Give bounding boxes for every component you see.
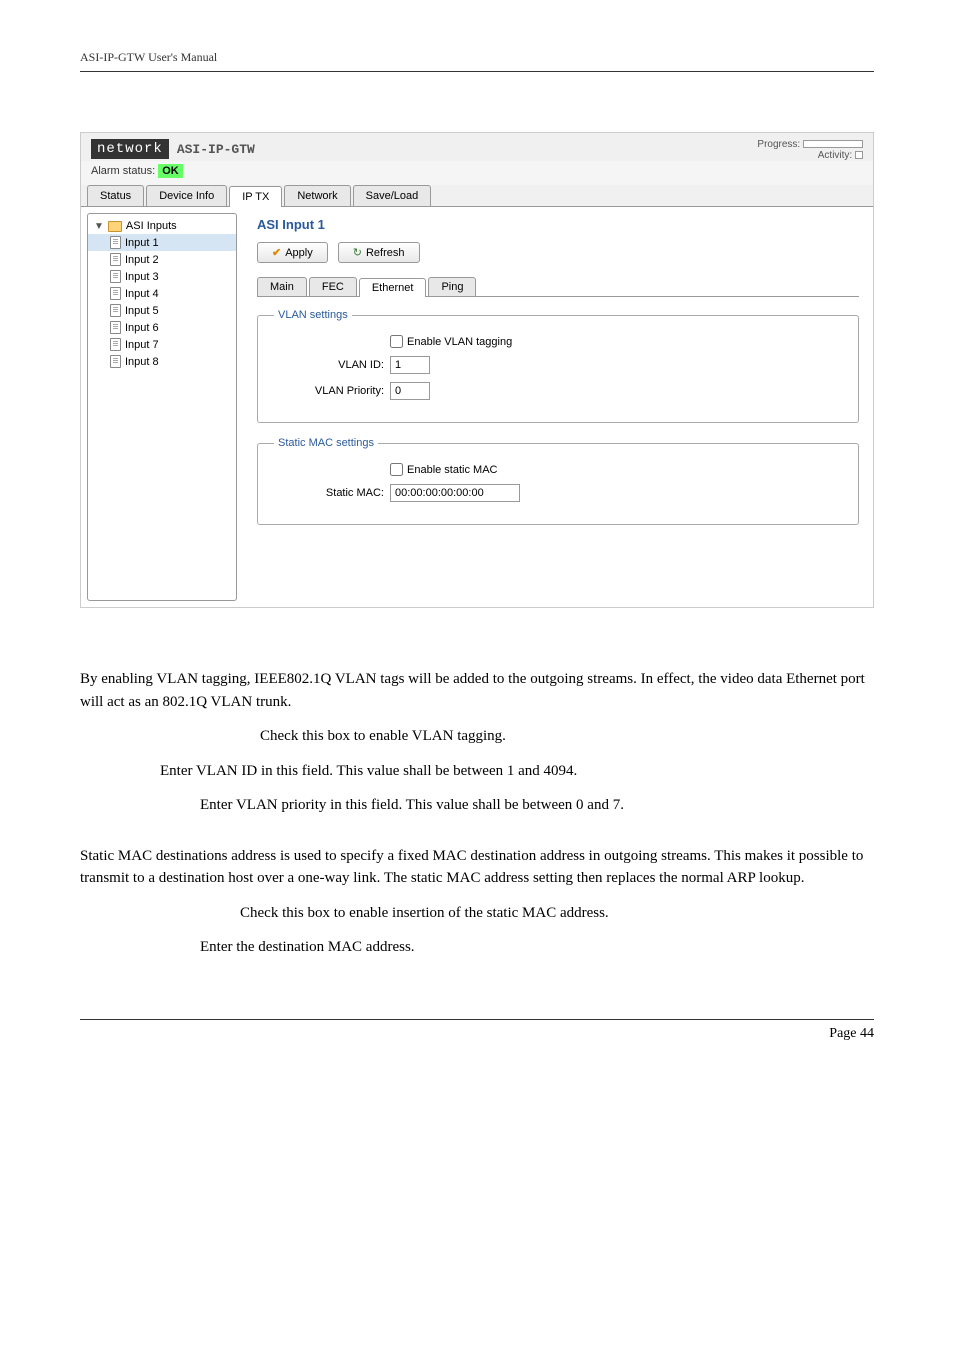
file-icon [110,287,121,300]
tree-item-label: Input 8 [125,356,159,368]
progress-label: Progress: [757,139,800,150]
tree-item-label: Input 5 [125,305,159,317]
file-icon [110,236,121,249]
file-icon [110,321,121,334]
brand-logo: network [91,139,169,159]
vlan-id-input[interactable] [390,356,430,374]
static-mac-fieldset: Static MAC settings Enable static MAC St… [257,437,859,525]
tab-network[interactable]: Network [284,185,350,206]
doc-paragraph: Check this box to enable VLAN tagging. [80,725,874,748]
doc-paragraph: By enabling VLAN tagging, IEEE802.1Q VLA… [80,668,874,713]
enable-vlan-checkbox[interactable] [390,335,403,348]
enable-mac-label: Enable static MAC [407,464,497,476]
refresh-label: Refresh [366,247,405,259]
tree-item-input-8[interactable]: Input 8 [88,353,236,370]
progress-bar [803,140,863,148]
enable-mac-checkbox[interactable] [390,463,403,476]
doc-paragraph: Check this box to enable insertion of th… [80,902,874,925]
tab-status[interactable]: Status [87,185,144,206]
doc-paragraph: Enter the destination MAC address. [80,936,874,959]
file-icon [110,270,121,283]
tree-item-input-5[interactable]: Input 5 [88,302,236,319]
mac-legend: Static MAC settings [274,437,378,449]
subtab-ethernet[interactable]: Ethernet [359,278,427,297]
subtab-ping[interactable]: Ping [428,277,476,296]
tree-item-input-6[interactable]: Input 6 [88,319,236,336]
tab-device-info[interactable]: Device Info [146,185,227,206]
vlan-fieldset: VLAN settings Enable VLAN tagging VLAN I… [257,309,859,423]
page-footer: Page 44 [80,1019,874,1042]
apply-button[interactable]: ✔ Apply [257,242,328,263]
subtab-fec[interactable]: FEC [309,277,357,296]
tree-item-label: Input 3 [125,271,159,283]
activity-label: Activity: [818,150,852,161]
vlan-id-label: VLAN ID: [274,359,384,371]
tab-ip-tx[interactable]: IP TX [229,186,282,207]
activity-indicator [855,151,863,159]
doc-paragraph: Static MAC destinations address is used … [80,845,874,890]
alarm-label: Alarm status: [91,165,155,177]
file-icon [110,304,121,317]
vlan-legend: VLAN settings [274,309,352,321]
tree-item-label: Input 1 [125,237,159,249]
page-header: ASI-IP-GTW User's Manual [80,50,874,72]
folder-icon [108,221,122,232]
file-icon [110,355,121,368]
tree-item-label: Input 7 [125,339,159,351]
static-mac-label: Static MAC: [274,487,384,499]
tree-item-input-7[interactable]: Input 7 [88,336,236,353]
vlan-priority-label: VLAN Priority: [274,385,384,397]
file-icon [110,338,121,351]
app-window: network ASI-IP-GTW Progress: Activity: A… [80,132,874,608]
vlan-priority-input[interactable] [390,382,430,400]
subtab-main[interactable]: Main [257,277,307,296]
model-label: ASI-IP-GTW [177,142,255,157]
tree-collapse-icon: ▼ [94,221,104,232]
tab-save-load[interactable]: Save/Load [353,185,432,206]
panel-title: ASI Input 1 [257,217,859,232]
tree-item-input-4[interactable]: Input 4 [88,285,236,302]
tree-root-label: ASI Inputs [126,220,177,232]
tree-root[interactable]: ▼ ASI Inputs [88,218,236,234]
check-icon: ✔ [272,246,281,259]
tree-item-input-1[interactable]: Input 1 [88,234,236,251]
tree-item-label: Input 2 [125,254,159,266]
refresh-button[interactable]: ↻ Refresh [338,242,420,263]
alarm-status: OK [158,164,183,178]
doc-paragraph: Enter VLAN ID in this field. This value … [80,760,874,783]
sidebar: ▼ ASI Inputs Input 1 Input 2 Input 3 Inp… [87,213,237,601]
tree-item-label: Input 4 [125,288,159,300]
refresh-icon: ↻ [353,246,362,259]
doc-paragraph: Enter VLAN priority in this field. This … [80,794,874,817]
tree-item-input-2[interactable]: Input 2 [88,251,236,268]
apply-label: Apply [285,247,313,259]
tree-item-input-3[interactable]: Input 3 [88,268,236,285]
file-icon [110,253,121,266]
enable-vlan-label: Enable VLAN tagging [407,336,512,348]
tree-item-label: Input 6 [125,322,159,334]
static-mac-input[interactable] [390,484,520,502]
